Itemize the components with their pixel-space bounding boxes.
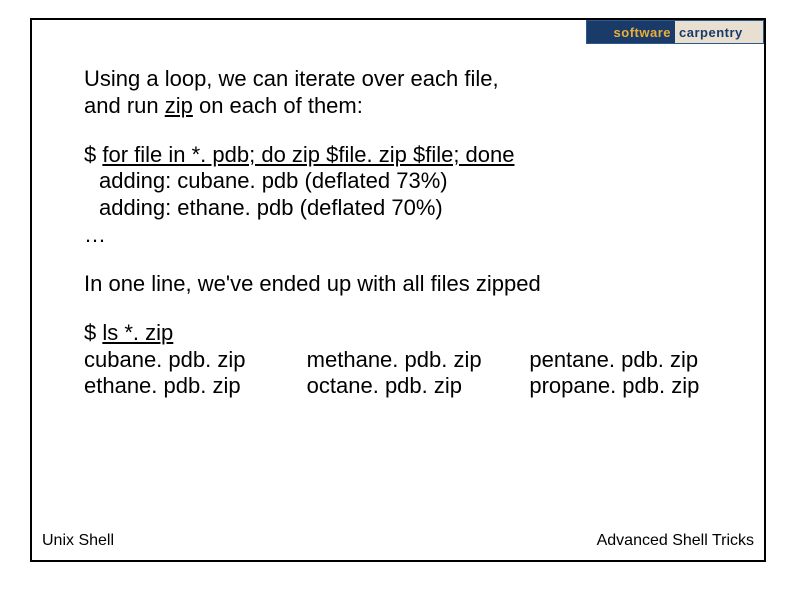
cmd1-out3: … [84,222,724,249]
ls-output: cubane. pdb. zip ethane. pdb. zip methan… [84,347,724,401]
cmd2-command: ls *. zip [102,320,173,345]
intro-block: Using a loop, we can iterate over each f… [84,66,724,120]
logo-left-text: software [614,25,671,40]
slide-content: Using a loop, we can iterate over each f… [84,66,724,422]
command-block-2: $ ls *. zip cubane. pdb. zip ethane. pdb… [84,320,724,400]
intro-line1: Using a loop, we can iterate over each f… [84,66,724,93]
intro-zip-word: zip [165,93,193,118]
cmd1-out1: adding: cubane. pdb (deflated 73%) [84,168,724,195]
command-block-1: $ for file in *. pdb; do zip $file. zip … [84,142,724,249]
cmd1-command: for file in *. pdb; do zip $file. zip $f… [102,142,514,167]
footer-right: Advanced Shell Tricks [597,532,754,550]
footer-left: Unix Shell [42,532,114,550]
ls-col-2: methane. pdb. zip octane. pdb. zip [307,347,502,401]
ls-col-1: cubane. pdb. zip ethane. pdb. zip [84,347,279,401]
logo: software carpentry [586,20,764,44]
logo-left: software [587,21,675,43]
slide-frame: software carpentry Using a loop, we can … [30,18,766,562]
logo-right-text: carpentry [679,25,743,40]
cmd2-line: $ ls *. zip [84,320,724,347]
mid-text: In one line, we've ended up with all fil… [84,271,724,298]
ls-col-3: pentane. pdb. zip propane. pdb. zip [529,347,724,401]
cmd1-line: $ for file in *. pdb; do zip $file. zip … [84,142,724,169]
intro-line2: and run zip on each of them: [84,93,724,120]
logo-right: carpentry [675,21,763,43]
cmd1-out2: adding: ethane. pdb (deflated 70%) [84,195,724,222]
